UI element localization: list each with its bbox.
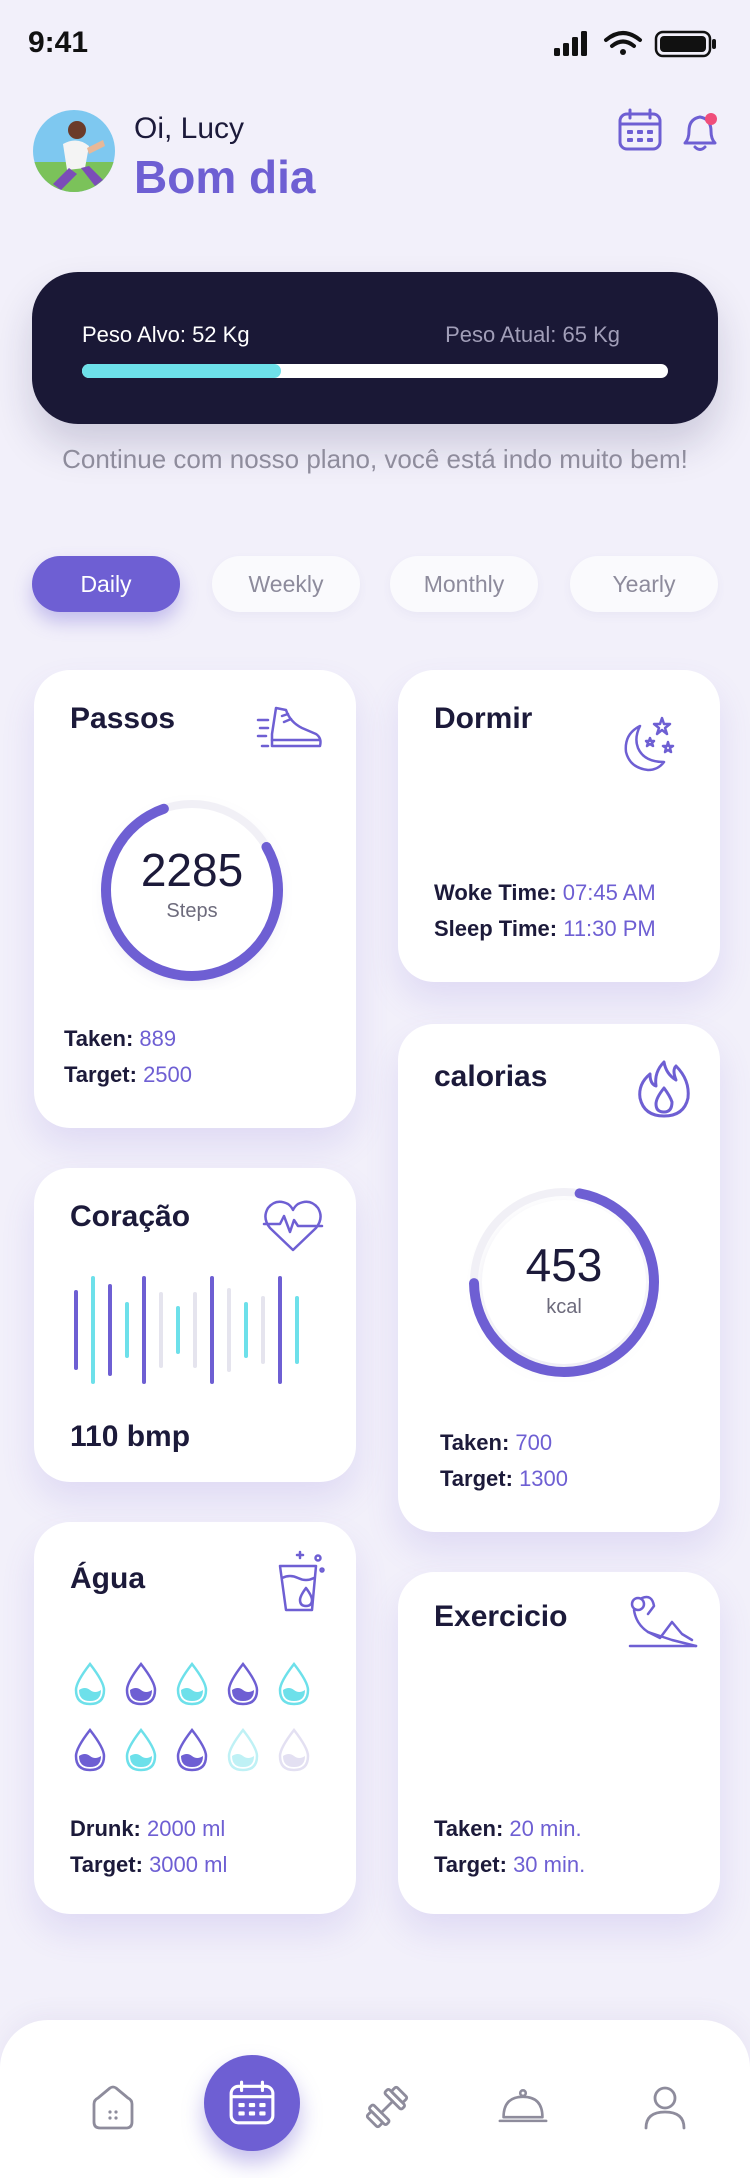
sleep-title: Dormir xyxy=(434,702,533,735)
calories-value: 453 xyxy=(525,1239,603,1291)
water-drop-icon xyxy=(125,1661,157,1706)
calories-target-label: Target: xyxy=(440,1466,513,1491)
water-drop-icon xyxy=(176,1727,208,1772)
user-icon[interactable] xyxy=(640,2082,690,2132)
heart-rate-value: 110 bmp xyxy=(70,1420,191,1453)
motivation-text: Continue com nosso plano, você está indo… xyxy=(62,444,688,474)
woke-time-label: Woke Time: xyxy=(434,880,557,905)
calendar-icon[interactable] xyxy=(617,107,663,153)
exercise-target-value: 30 min. xyxy=(513,1852,586,1877)
greeting: Oi, Lucy xyxy=(134,112,245,145)
steps-title: Passos xyxy=(70,702,176,735)
situp-icon xyxy=(628,1595,698,1648)
heart-title: Coração xyxy=(70,1200,191,1233)
water-title: Água xyxy=(70,1562,145,1595)
flame-icon xyxy=(638,1060,690,1118)
calories-taken-label: Taken: xyxy=(440,1430,510,1455)
avatar-image xyxy=(33,110,115,192)
glass-icon xyxy=(278,1550,325,1612)
status-icons xyxy=(554,30,716,58)
shoe-icon xyxy=(256,706,322,748)
sleep-time-value: 11:30 PM xyxy=(563,916,656,941)
heart-pulse-icon xyxy=(262,1200,324,1252)
exercise-taken-value: 20 min. xyxy=(509,1816,582,1841)
water-target-value: 3000 ml xyxy=(149,1852,228,1877)
dumbbell-icon[interactable] xyxy=(362,2082,412,2132)
calendar-icon xyxy=(229,2080,275,2125)
steps-target: Target: 2500 xyxy=(64,1062,192,1088)
exercise-taken: Taken: 20 min. xyxy=(434,1816,582,1842)
bell-icon[interactable] xyxy=(677,107,723,153)
steps-target-label: Target: xyxy=(64,1062,137,1087)
exercise-target-label: Target: xyxy=(434,1852,507,1877)
tab-daily[interactable]: Daily xyxy=(32,556,180,612)
water-drop-icon xyxy=(125,1727,157,1772)
sleep-time: Sleep Time: 11:30 PM xyxy=(434,916,656,942)
signal-icon xyxy=(554,31,587,56)
exercise-target: Target: 30 min. xyxy=(434,1852,585,1878)
water-drops xyxy=(74,1661,310,1772)
exercise-title: Exercicio xyxy=(434,1600,568,1633)
water-drop-icon xyxy=(227,1727,259,1772)
calories-taken: Taken: 700 xyxy=(440,1430,552,1456)
calories-title: calorias xyxy=(434,1060,548,1093)
water-drop-icon xyxy=(278,1661,310,1706)
target-weight-label: Peso Alvo: 52 Kg xyxy=(82,322,250,347)
woke-time-value: 07:45 AM xyxy=(562,880,656,905)
tab-weekly[interactable]: Weekly xyxy=(212,556,360,612)
calories-unit: kcal xyxy=(546,1296,582,1318)
water-drop-icon xyxy=(74,1727,106,1772)
cloche-icon[interactable] xyxy=(498,2082,548,2132)
battery-icon xyxy=(654,30,716,58)
sleep-time-label: Sleep Time: xyxy=(434,916,558,941)
water-drop-icon xyxy=(176,1661,208,1706)
steps-unit: Steps xyxy=(166,900,218,922)
steps-value: 2285 xyxy=(140,844,244,896)
steps-taken-label: Taken: xyxy=(64,1026,134,1051)
water-drunk-value: 2000 ml xyxy=(147,1816,226,1841)
heart-rate-bars xyxy=(74,1276,299,1384)
woke-time: Woke Time: 07:45 AM xyxy=(434,880,656,906)
home-icon[interactable] xyxy=(88,2082,138,2132)
current-weight-label: Peso Atual: 65 Kg xyxy=(445,322,620,347)
water-drop-icon xyxy=(227,1661,259,1706)
steps-taken-value: 889 xyxy=(139,1026,177,1051)
water-drop-icon xyxy=(74,1661,106,1706)
tab-monthly[interactable]: Monthly xyxy=(390,556,538,612)
moon-stars-icon xyxy=(624,716,675,772)
tab-yearly[interactable]: Yearly xyxy=(570,556,718,612)
calories-target-value: 1300 xyxy=(519,1466,569,1491)
water-drop-icon xyxy=(278,1727,310,1772)
water-drunk-label: Drunk: xyxy=(70,1816,141,1841)
water-target: Target: 3000 ml xyxy=(70,1852,227,1878)
steps-taken: Taken: 889 xyxy=(64,1026,176,1052)
greeting-subtitle: Bom dia xyxy=(134,151,316,203)
water-target-label: Target: xyxy=(70,1852,143,1877)
wifi-icon xyxy=(604,31,642,55)
steps-target-value: 2500 xyxy=(143,1062,193,1087)
notification-dot xyxy=(705,113,717,125)
avatar[interactable] xyxy=(33,110,115,192)
water-drunk: Drunk: 2000 ml xyxy=(70,1816,225,1842)
status-time: 9:41 xyxy=(28,26,89,59)
nav-calendar-button[interactable] xyxy=(204,2055,300,2151)
calories-taken-value: 700 xyxy=(515,1430,553,1455)
exercise-taken-label: Taken: xyxy=(434,1816,504,1841)
weight-progress-fill xyxy=(82,364,281,378)
calories-target: Target: 1300 xyxy=(440,1466,568,1492)
weight-card[interactable] xyxy=(32,272,718,424)
